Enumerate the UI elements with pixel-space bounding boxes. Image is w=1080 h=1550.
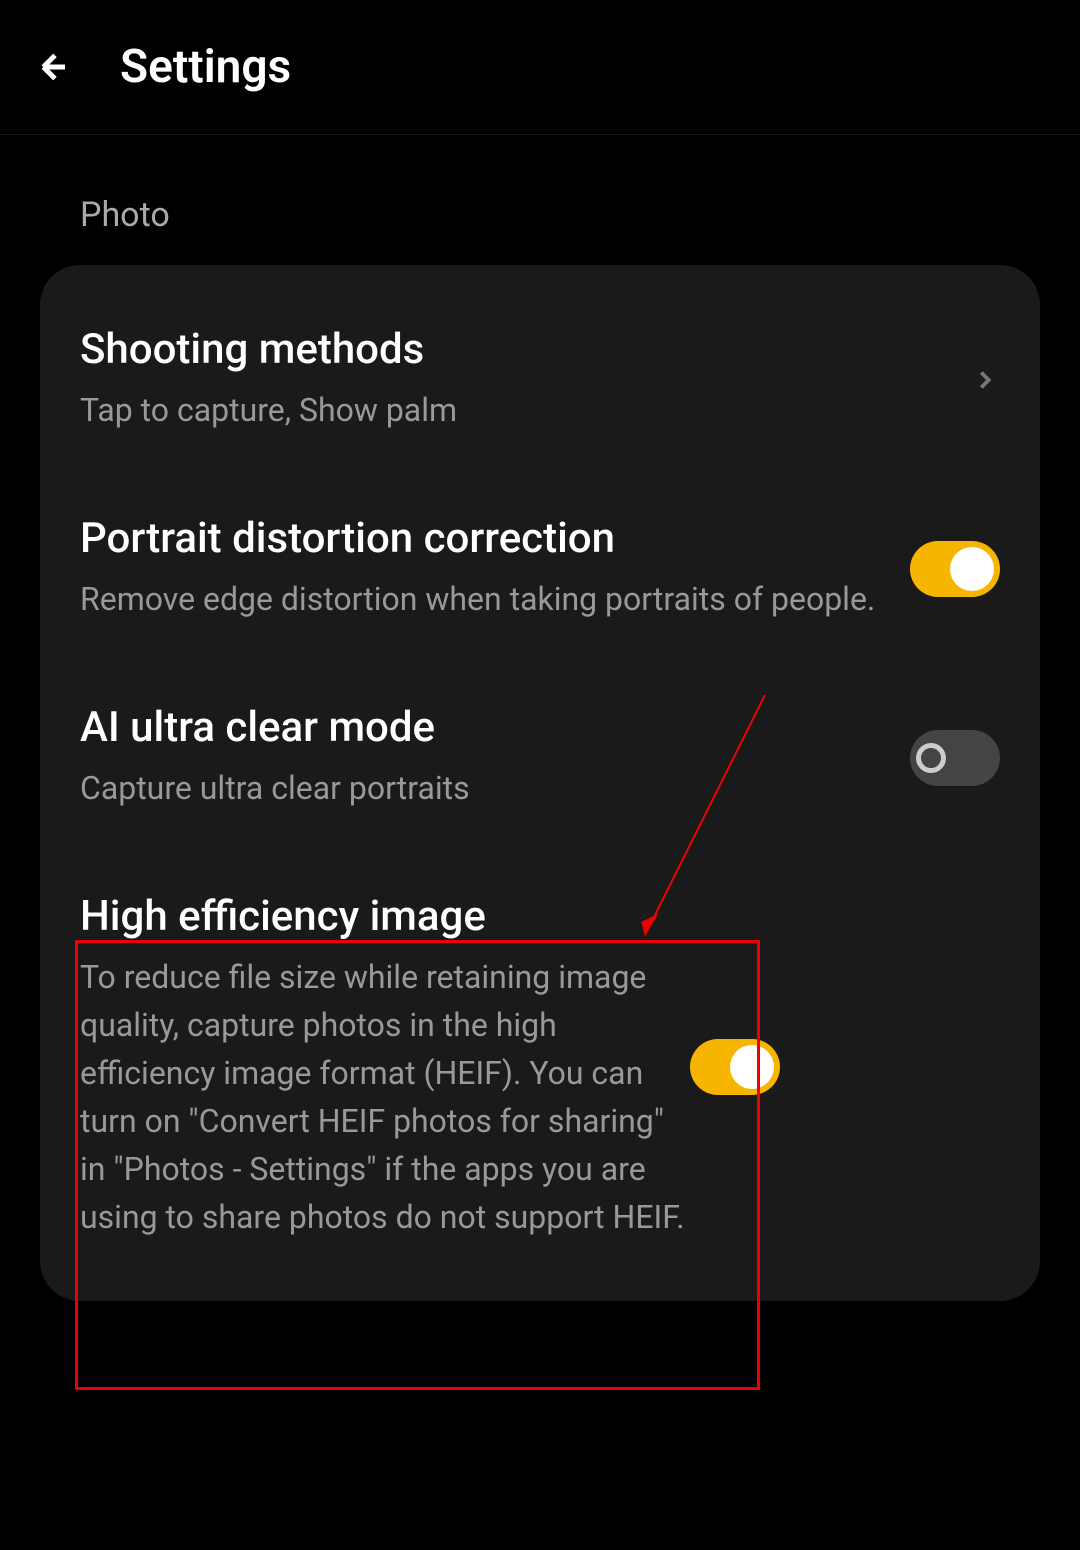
toggle-knob — [950, 547, 994, 591]
setting-subtitle: Capture ultra clear portraits — [80, 764, 910, 812]
setting-title: Shooting methods — [80, 325, 970, 374]
toggle-knob — [730, 1045, 774, 1089]
setting-title: Portrait distortion correction — [80, 514, 910, 563]
chevron-right-icon — [970, 365, 1000, 395]
setting-content: Shooting methods Tap to capture, Show pa… — [80, 325, 970, 434]
setting-ai-ultra-clear[interactable]: AI ultra clear mode Capture ultra clear … — [40, 663, 1040, 852]
setting-shooting-methods[interactable]: Shooting methods Tap to capture, Show pa… — [40, 285, 1040, 474]
setting-subtitle: To reduce file size while retaining imag… — [80, 953, 690, 1241]
toggle-high-efficiency[interactable] — [690, 1039, 780, 1095]
setting-subtitle: Remove edge distortion when taking portr… — [80, 575, 910, 623]
settings-card: Shooting methods Tap to capture, Show pa… — [40, 265, 1040, 1301]
setting-portrait-distortion[interactable]: Portrait distortion correction Remove ed… — [40, 474, 1040, 663]
setting-high-efficiency[interactable]: High efficiency image To reduce file siz… — [40, 852, 1040, 1281]
setting-content: AI ultra clear mode Capture ultra clear … — [80, 703, 910, 812]
setting-subtitle: Tap to capture, Show palm — [80, 386, 970, 434]
arrow-left-icon — [35, 47, 75, 87]
toggle-ai-ultra-clear[interactable] — [910, 730, 1000, 786]
back-button[interactable] — [30, 42, 80, 92]
setting-title: AI ultra clear mode — [80, 703, 910, 752]
page-title: Settings — [120, 40, 291, 94]
setting-title: High efficiency image — [80, 892, 690, 941]
setting-content: Portrait distortion correction Remove ed… — [80, 514, 910, 623]
section-label-photo: Photo — [0, 135, 1080, 265]
toggle-portrait-distortion[interactable] — [910, 541, 1000, 597]
header: Settings — [0, 0, 1080, 135]
setting-content: High efficiency image To reduce file siz… — [80, 892, 690, 1241]
toggle-knob — [916, 743, 946, 773]
